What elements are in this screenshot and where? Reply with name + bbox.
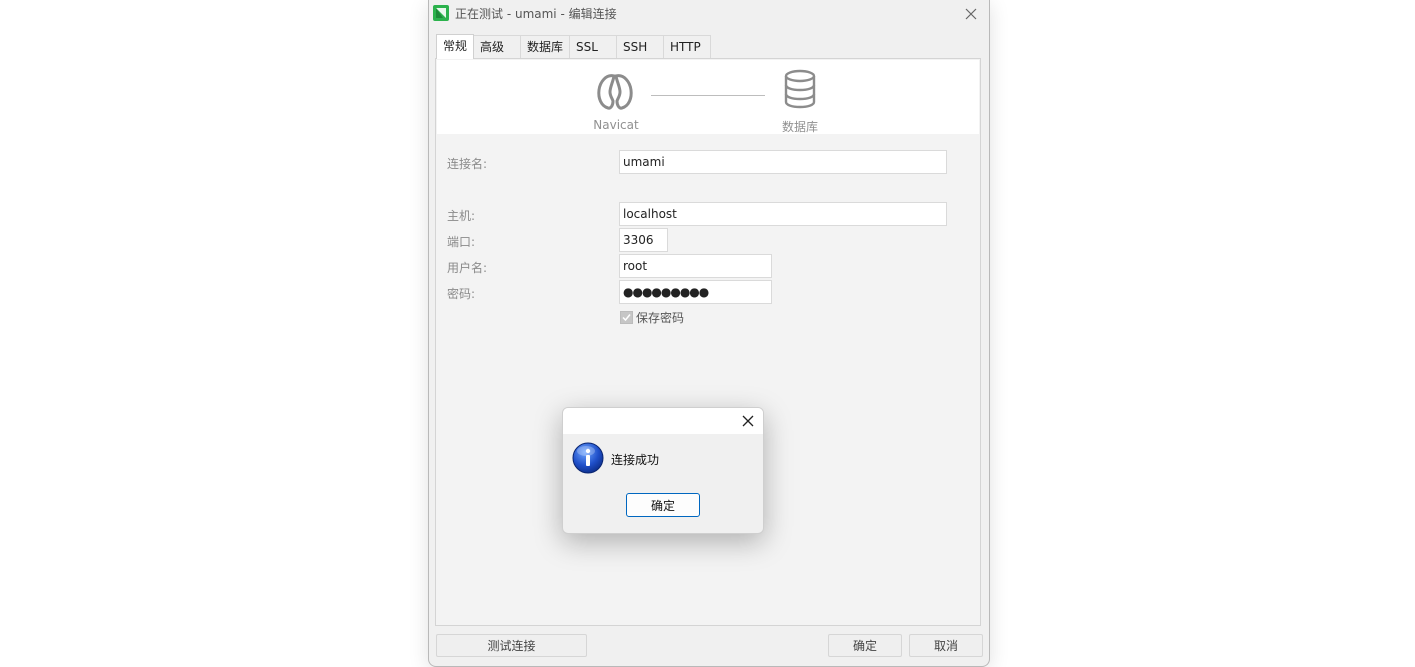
dialog-close-icon[interactable] <box>740 413 756 429</box>
edit-connection-window: 正在测试 - umami - 编辑连接 常规 高级 数据库 SSL SSH HT… <box>428 0 990 667</box>
connection-banner: Navicat 数据库 <box>437 60 979 134</box>
port-input[interactable]: 3306 <box>619 228 668 252</box>
window-titlebar: 正在测试 - umami - 编辑连接 <box>429 0 989 28</box>
test-connection-button[interactable]: 测试连接 <box>436 634 587 657</box>
username-label: 用户名: <box>447 261 488 275</box>
tab-bar: 常规 高级 数据库 SSL SSH HTTP <box>436 34 712 59</box>
save-password-row[interactable]: 保存密码 <box>620 309 684 326</box>
tab-general[interactable]: 常规 <box>436 34 475 59</box>
success-dialog: 连接成功 确定 <box>562 407 764 534</box>
password-input[interactable]: ●●●●●●●●● <box>619 280 772 304</box>
password-label: 密码: <box>447 287 476 301</box>
tab-advanced[interactable]: 高级 <box>473 35 522 58</box>
dialog-titlebar <box>563 408 763 434</box>
tab-ssh[interactable]: SSH <box>616 35 665 58</box>
dialog-ok-button[interactable]: 确定 <box>626 493 700 517</box>
navicat-logo-icon <box>594 70 636 112</box>
port-label: 端口: <box>447 235 476 249</box>
connection-name-input[interactable]: umami <box>619 150 947 174</box>
connection-line <box>651 95 765 96</box>
database-label: 数据库 <box>781 120 818 134</box>
save-password-label: 保存密码 <box>636 311 685 325</box>
tab-http[interactable]: HTTP <box>663 35 712 58</box>
navicat-app-icon <box>433 5 449 21</box>
tab-database[interactable]: 数据库 <box>520 35 571 58</box>
connection-name-label: 连接名: <box>447 157 488 171</box>
cancel-button[interactable]: 取消 <box>909 634 983 657</box>
database-icon <box>783 69 817 109</box>
navicat-label: Navicat <box>593 118 639 132</box>
host-label: 主机: <box>447 209 476 223</box>
save-password-checkbox[interactable] <box>620 311 633 324</box>
ok-button[interactable]: 确定 <box>828 634 902 657</box>
info-icon <box>572 442 604 474</box>
username-input[interactable]: root <box>619 254 772 278</box>
host-input[interactable]: localhost <box>619 202 947 226</box>
window-close-icon[interactable] <box>959 3 983 25</box>
dialog-message: 连接成功 <box>611 453 660 467</box>
tab-ssl[interactable]: SSL <box>569 35 618 58</box>
general-panel: Navicat 数据库 连接名: umami 主机: localhost 端口:… <box>435 58 981 626</box>
window-title: 正在测试 - umami - 编辑连接 <box>455 7 617 21</box>
